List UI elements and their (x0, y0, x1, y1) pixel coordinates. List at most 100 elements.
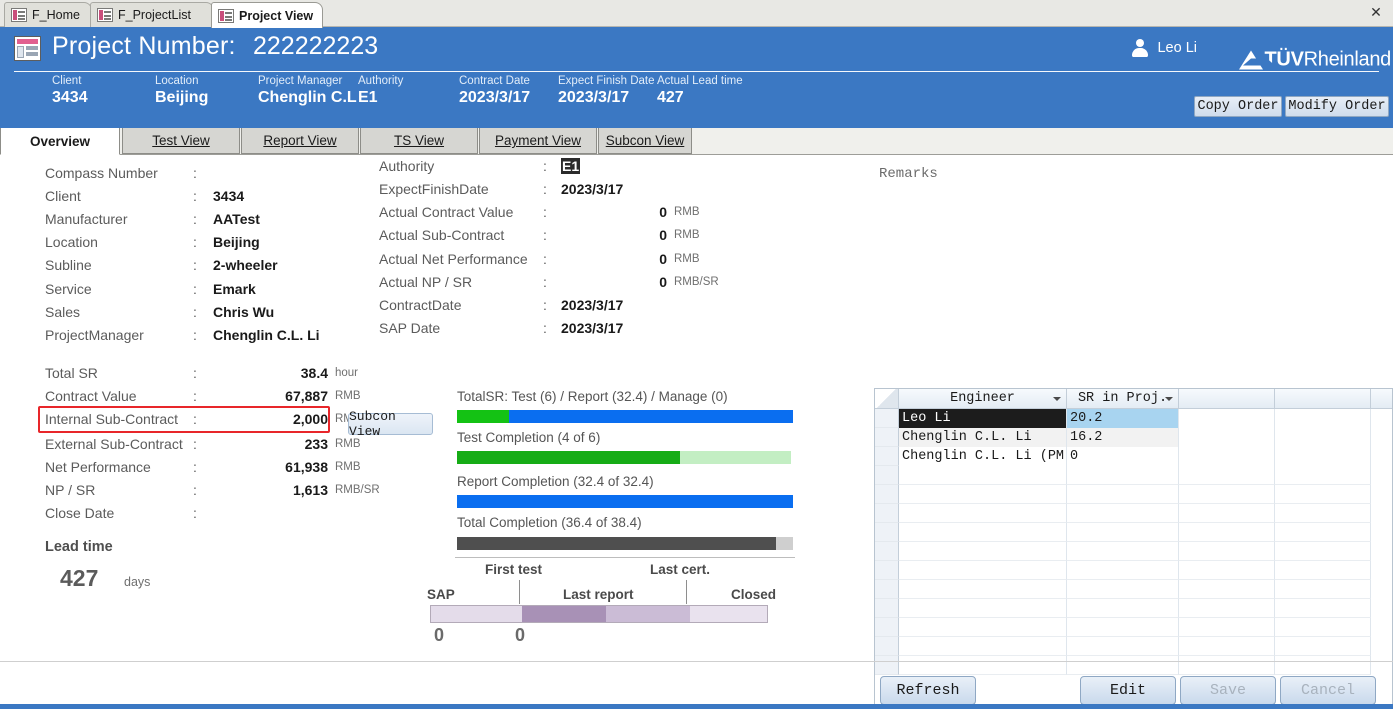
field-colon: : (193, 211, 197, 227)
subcon-view-button[interactable]: Subcon View (348, 409, 433, 439)
field-colon: : (193, 482, 197, 498)
header-field-authority: Authority E1 (358, 75, 403, 107)
cell-empty (899, 523, 1067, 542)
modify-order-button[interactable]: Modify Order (1285, 96, 1389, 117)
select-all-corner-icon[interactable] (875, 389, 899, 408)
row-selector[interactable] (875, 542, 899, 561)
refresh-button[interactable]: Refresh (880, 676, 976, 705)
tab-report-view[interactable]: Report View (241, 128, 359, 154)
row-selector[interactable] (875, 656, 899, 675)
field-value[interactable]: Emark (213, 281, 256, 297)
table-row-empty[interactable] (875, 580, 1392, 599)
field-value[interactable]: Chris Wu (213, 304, 274, 320)
field-value[interactable]: 2023/3/17 (561, 320, 623, 336)
field-value[interactable]: 0 (561, 251, 667, 267)
field-colon: : (193, 165, 197, 181)
table-row-empty[interactable] (875, 466, 1392, 485)
field-value[interactable]: 0 (561, 227, 667, 243)
cell-sr-in-proj[interactable]: 0 (1067, 447, 1179, 466)
field-value[interactable]: 3434 (213, 188, 244, 204)
cell-sr-in-proj[interactable]: 20.2 (1067, 409, 1179, 428)
page-header: Project Number: 222222223 Leo Li TÜV Rhe… (0, 27, 1393, 128)
row-selector[interactable] (875, 561, 899, 580)
document-tab-project-view[interactable]: Project View (211, 2, 323, 28)
tab-overview[interactable]: Overview (0, 128, 120, 155)
field-value[interactable]: 2-wheeler (213, 257, 278, 273)
chevron-down-icon[interactable] (1053, 396, 1061, 401)
tab-test-view[interactable]: Test View (122, 128, 240, 154)
edit-button[interactable]: Edit (1080, 676, 1176, 705)
table-row[interactable]: Leo Li 20.2 (875, 409, 1392, 428)
chevron-down-icon[interactable] (1165, 396, 1173, 401)
tab-payment-view[interactable]: Payment View (479, 128, 597, 154)
row-selector[interactable] (875, 504, 899, 523)
cell-sr-in-proj[interactable]: 16.2 (1067, 428, 1179, 447)
field-value[interactable]: 0 (561, 274, 667, 290)
table-row[interactable]: Chenglin C.L. Li 16.2 (875, 428, 1392, 447)
field-value[interactable]: 2023/3/17 (561, 297, 623, 313)
cell-engineer[interactable]: Leo Li (899, 409, 1067, 428)
field-value[interactable]: E1 (561, 158, 581, 174)
cell-engineer[interactable]: Chenglin C.L. Li (899, 428, 1067, 447)
field-value[interactable]: 233 (213, 436, 328, 452)
field-label: SAP Date (379, 320, 441, 336)
row-selector[interactable] (875, 599, 899, 618)
current-user[interactable]: Leo Li (1132, 39, 1197, 57)
row-selector[interactable] (875, 618, 899, 637)
copy-order-button[interactable]: Copy Order (1194, 96, 1282, 117)
field-value[interactable]: Beijing (213, 234, 260, 250)
field-colon: : (543, 204, 547, 220)
header-field-location: Location Beijing (155, 75, 208, 107)
row-selector[interactable] (875, 428, 899, 447)
tab-ts-view[interactable]: TS View (360, 128, 478, 154)
cell-empty (1275, 618, 1371, 637)
field-colon: : (193, 411, 197, 427)
cell-empty (1067, 466, 1179, 485)
field-projectmanager: ProjectManager : Chenglin C.L. Li (45, 327, 365, 349)
close-icon[interactable]: ✕ (1365, 2, 1387, 22)
timeline-label-sap: SAP (427, 587, 455, 602)
table-row[interactable]: Chenglin C.L. Li (PM 0 (875, 447, 1392, 466)
project-number-value: 222222223 (253, 32, 379, 60)
row-selector[interactable] (875, 637, 899, 656)
field-colon: : (543, 181, 547, 197)
field-np-per-sr: NP / SR : 1,613 RMB/SR (45, 482, 380, 504)
table-row-empty[interactable] (875, 523, 1392, 542)
field-value[interactable]: Chenglin C.L. Li (213, 327, 320, 343)
row-selector[interactable] (875, 523, 899, 542)
table-row-empty[interactable] (875, 485, 1392, 504)
document-tab-f-projectlist[interactable]: F_ProjectList (90, 2, 214, 27)
table-row-empty[interactable] (875, 504, 1392, 523)
cell-empty (899, 580, 1067, 599)
row-selector[interactable] (875, 409, 899, 428)
header-field-label: Contract Date (459, 75, 530, 87)
document-tab-label: F_Home (32, 8, 80, 22)
form-icon (218, 8, 234, 23)
row-selector[interactable] (875, 580, 899, 599)
tab-subcon-view[interactable]: Subcon View (598, 128, 692, 154)
field-value[interactable]: AATest (213, 211, 260, 227)
table-row-empty[interactable] (875, 618, 1392, 637)
field-value[interactable]: 2,000 (213, 411, 328, 427)
row-selector[interactable] (875, 485, 899, 504)
field-value[interactable]: 67,887 (213, 388, 328, 404)
field-value[interactable]: 38.4 (213, 365, 328, 381)
field-value[interactable]: 2023/3/17 (561, 181, 623, 197)
table-column-engineer[interactable]: Engineer (899, 389, 1067, 408)
table-row-empty[interactable] (875, 542, 1392, 561)
field-actual-sub-contract: Actual Sub-Contract : 0 RMB (379, 227, 719, 249)
table-row-empty[interactable] (875, 599, 1392, 618)
row-selector[interactable] (875, 447, 899, 466)
field-value[interactable]: 1,613 (213, 482, 328, 498)
table-column-sr-in-proj[interactable]: SR in Proj. (1067, 389, 1179, 408)
table-row-empty[interactable] (875, 656, 1392, 675)
cell-engineer[interactable]: Chenglin C.L. Li (PM (899, 447, 1067, 466)
header-field-value: Beijing (155, 89, 209, 106)
document-tab-f-home[interactable]: F_Home (4, 2, 92, 27)
table-row-empty[interactable] (875, 637, 1392, 656)
table-row-empty[interactable] (875, 561, 1392, 580)
row-selector[interactable] (875, 466, 899, 485)
field-value[interactable]: 0 (561, 204, 667, 220)
header-field-label: Authority (358, 75, 404, 87)
field-value[interactable]: 61,938 (213, 459, 328, 475)
